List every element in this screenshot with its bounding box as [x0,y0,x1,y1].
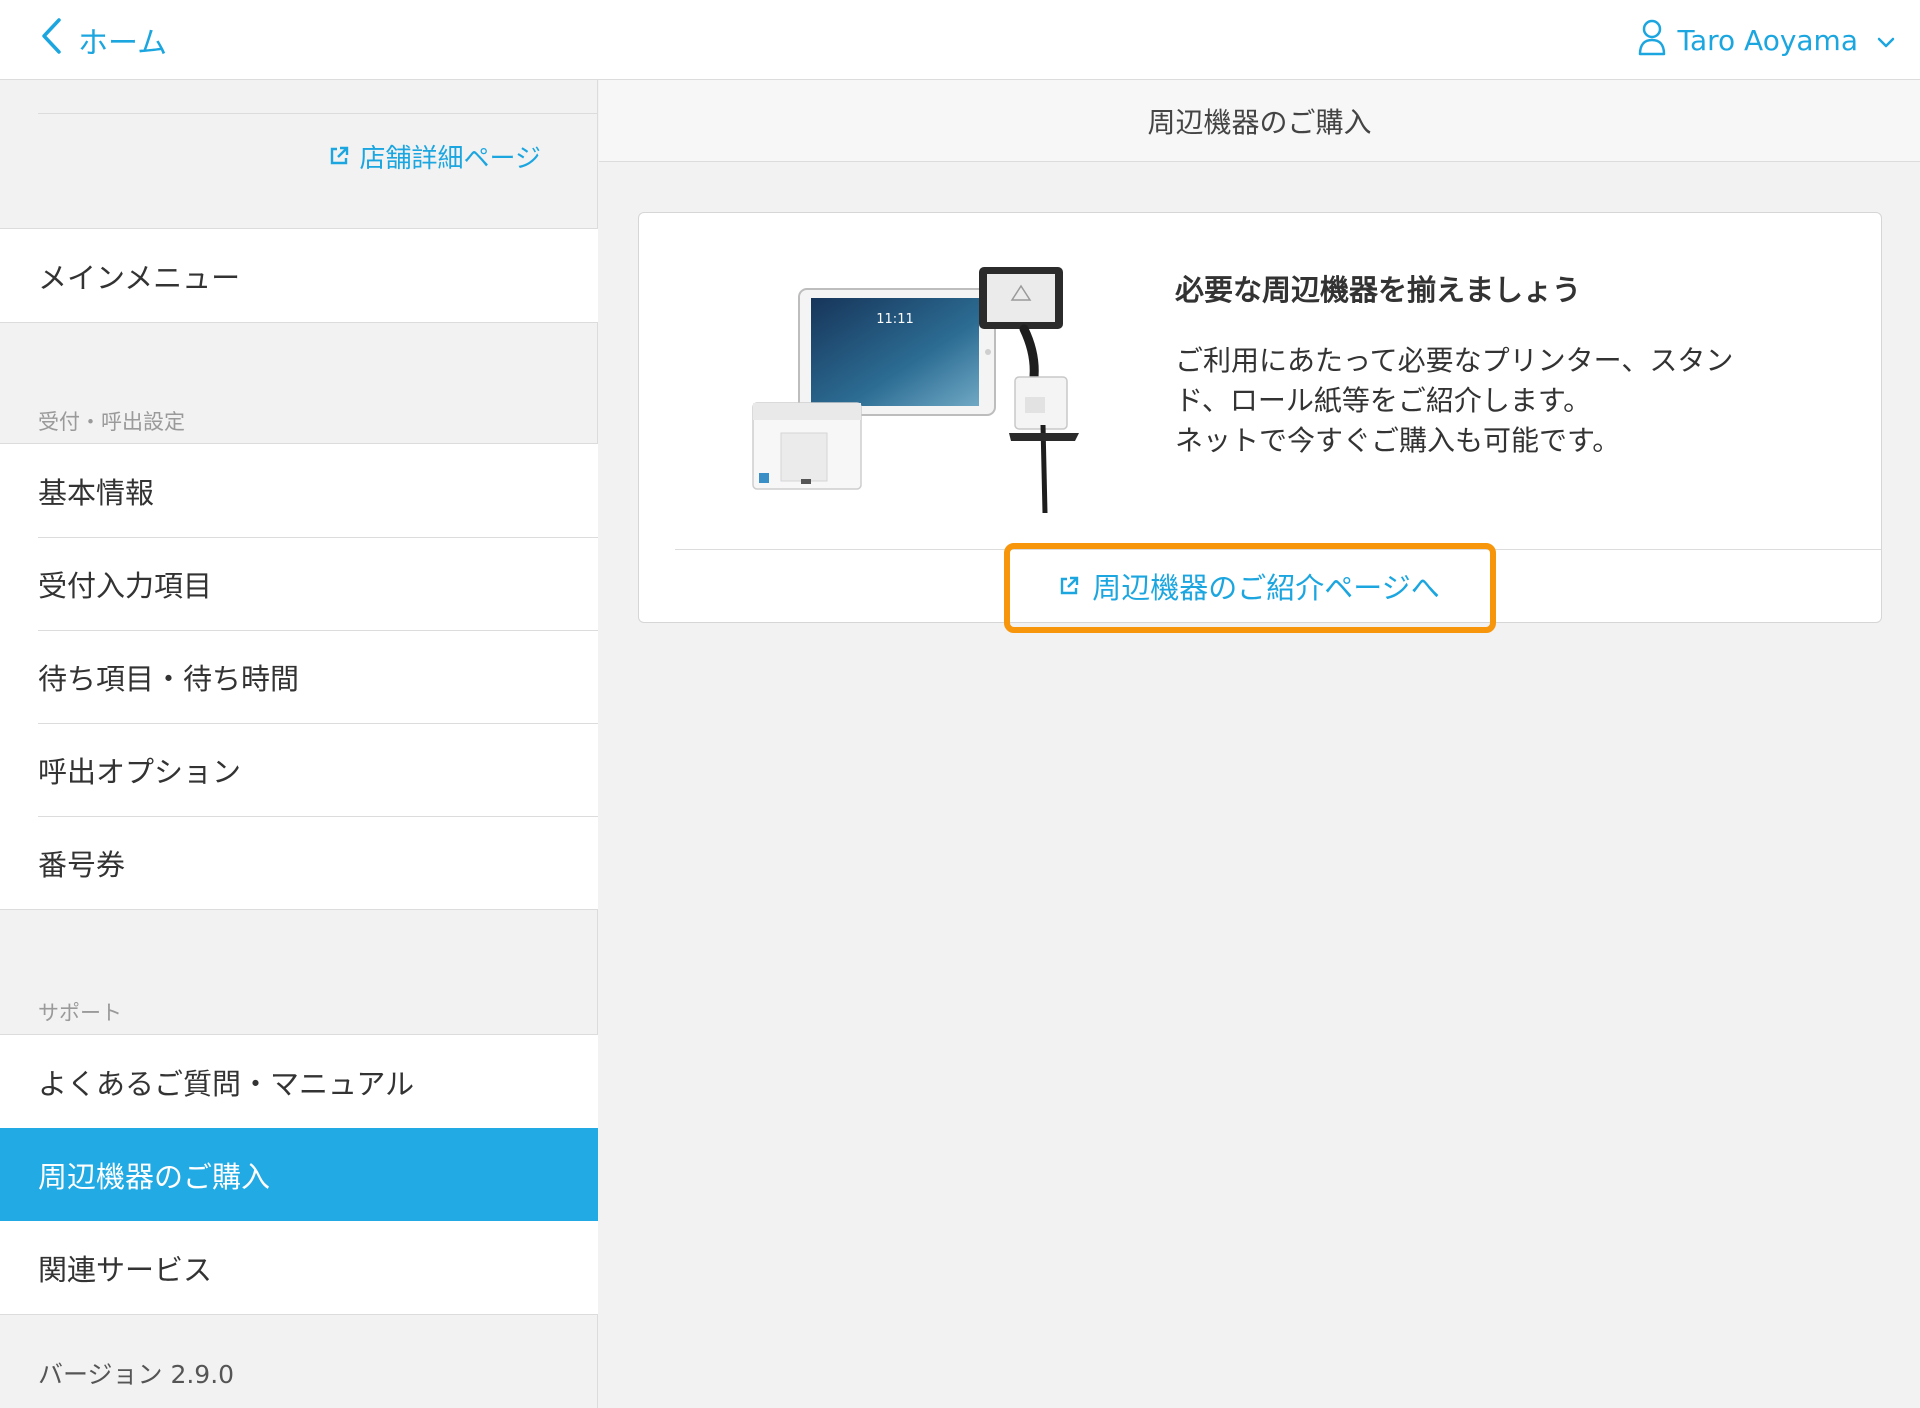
chevron-left-icon [40,17,62,63]
peripherals-link-label: 周辺機器のご紹介ページへ [1092,571,1440,605]
sidebar-item-peripherals[interactable]: 周辺機器のご購入 [0,1128,598,1221]
divider [38,113,598,114]
sidebar-item-reception-fields[interactable]: 受付入力項目 [0,537,598,630]
card-description: ご利用にあたって必要なプリンター、スタン ド、ロール紙等をご紹介します。 ネット… [1175,341,1835,461]
sidebar: 店舗詳細ページ メインメニュー 受付・呼出設定 基本情報 受付入力項目 待ち項目… [0,80,598,1408]
reception-menu-group: 基本情報 受付入力項目 待ち項目・待ち時間 呼出オプション 番号券 [0,443,598,910]
peripherals-card: 11:11 必要な周辺機器を揃えましょう ご利用にあたって必要なプリンター、スタ… [638,212,1882,623]
external-link-icon [1058,575,1080,597]
sidebar-item-call-options[interactable]: 呼出オプション [0,723,598,816]
sidebar-item-main-menu[interactable]: メインメニュー [0,229,598,322]
external-link-icon [328,145,350,167]
store-detail-link[interactable]: 店舗詳細ページ [328,136,541,176]
user-menu-button[interactable]: Taro Aoyama [1637,12,1896,68]
version-label: バージョン 2.9.0 [38,1360,235,1389]
sidebar-item-related-services[interactable]: 関連サービス [0,1221,598,1314]
sidebar-item-number-ticket[interactable]: 番号券 [0,816,598,909]
peripherals-page-link[interactable]: 周辺機器のご紹介ページへ [1009,549,1489,623]
main-menu-group: メインメニュー [0,228,598,323]
card-heading: 必要な周辺機器を揃えましょう [1175,273,1582,307]
section-label-support: サポート [38,1001,122,1025]
store-detail-label: 店舗詳細ページ [359,143,541,174]
card-description-line: ド、ロール紙等をご紹介します。 [1175,384,1592,417]
chevron-down-icon [1868,24,1896,57]
card-description-line: ご利用にあたって必要なプリンター、スタン [1175,344,1734,377]
top-navigation-bar: ホーム Taro Aoyama [0,0,1920,80]
support-menu-group: よくあるご質問・マニュアル 周辺機器のご購入 関連サービス [0,1034,598,1315]
sidebar-item-wait-items[interactable]: 待ち項目・待ち時間 [0,630,598,723]
person-icon [1637,18,1667,63]
card-description-line: ネットで今すぐご購入も可能です。 [1175,424,1621,457]
page-title: 周辺機器のご購入 [599,80,1920,162]
sidebar-item-faq[interactable]: よくあるご質問・マニュアル [0,1035,598,1128]
sidebar-item-basic-info[interactable]: 基本情報 [0,444,598,537]
back-button[interactable]: ホーム [40,12,167,68]
user-name: Taro Aoyama [1677,23,1858,57]
peripherals-product-image: 11:11 [749,265,1079,515]
ipad-clock: 11:11 [876,312,913,327]
section-label-reception: 受付・呼出設定 [38,410,185,434]
back-label: ホーム [78,26,168,61]
